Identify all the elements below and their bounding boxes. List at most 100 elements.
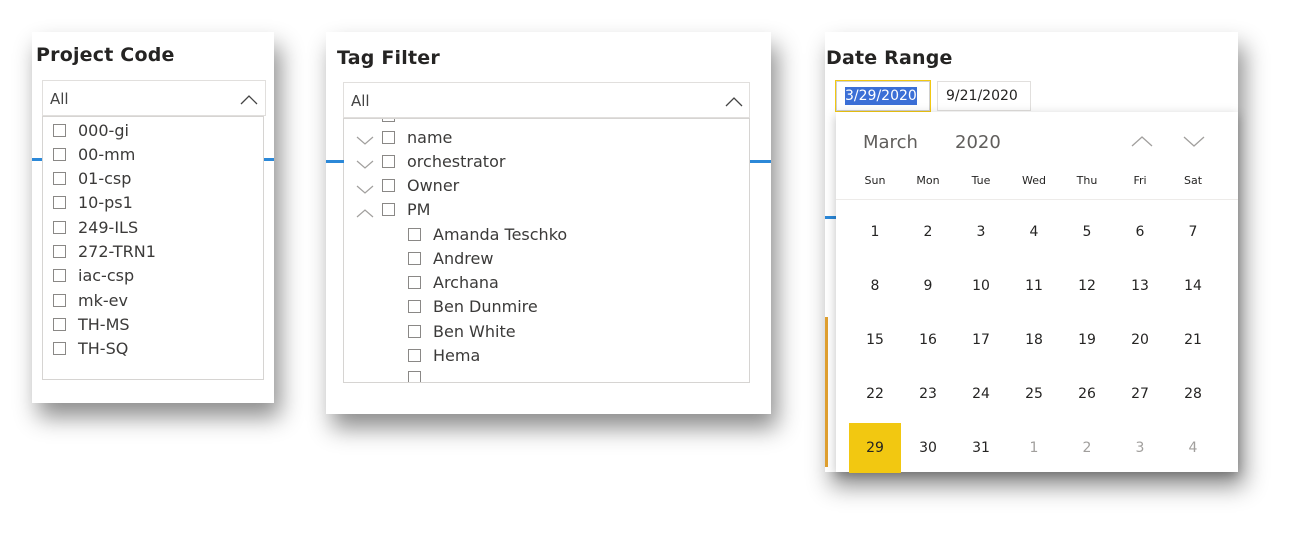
checkbox[interactable] bbox=[53, 196, 66, 210]
checkbox[interactable] bbox=[382, 130, 395, 144]
list-item[interactable]: 272-TRN1 bbox=[53, 240, 156, 264]
calendar-day[interactable]: 8 bbox=[849, 261, 901, 311]
tag-filter-dropdown[interactable]: All bbox=[343, 82, 750, 118]
calendar-day[interactable]: 4 bbox=[1008, 207, 1060, 257]
checkbox[interactable] bbox=[53, 317, 66, 331]
calendar-day[interactable]: 2 bbox=[1061, 423, 1113, 473]
checkbox bbox=[382, 119, 395, 122]
calendar-day[interactable]: 24 bbox=[955, 369, 1007, 419]
project-code-list[interactable]: 000-gi 00-mm 01-csp 10-ps1 249-ILS 272-TRN1 ia… bbox=[42, 116, 264, 380]
checkbox[interactable] bbox=[408, 276, 421, 290]
calendar-day[interactable]: 22 bbox=[849, 369, 901, 419]
chevron-up-icon[interactable] bbox=[239, 93, 259, 105]
chevron-down-icon[interactable] bbox=[356, 131, 374, 145]
weekday-label: Wed bbox=[1022, 174, 1046, 187]
calendar-day[interactable]: 10 bbox=[955, 261, 1007, 311]
checkbox[interactable] bbox=[53, 172, 66, 186]
calendar-day[interactable]: 21 bbox=[1167, 315, 1219, 365]
list-item[interactable]: mk-ev bbox=[53, 288, 128, 312]
calendar-day[interactable]: 3 bbox=[1114, 423, 1166, 473]
calendar-day[interactable]: 30 bbox=[902, 423, 954, 473]
calendar-day[interactable]: 11 bbox=[1008, 261, 1060, 311]
list-item[interactable]: 01-csp bbox=[53, 167, 131, 191]
calendar-day[interactable]: 17 bbox=[955, 315, 1007, 365]
calendar-day[interactable]: 12 bbox=[1061, 261, 1113, 311]
calendar-day[interactable]: 7 bbox=[1167, 207, 1219, 257]
calendar-day[interactable]: 19 bbox=[1061, 315, 1113, 365]
tag-filter-list[interactable]: name orchestrator Owner PM Amanda Teschko An… bbox=[343, 118, 750, 383]
checkbox[interactable] bbox=[53, 293, 66, 307]
tag-group-item[interactable]: Owner bbox=[356, 174, 459, 198]
calendar-day[interactable]: 3 bbox=[955, 207, 1007, 257]
checkbox[interactable] bbox=[53, 220, 66, 234]
end-date-input[interactable]: 9/21/2020 bbox=[937, 81, 1031, 111]
list-item[interactable]: 249-ILS bbox=[53, 215, 138, 239]
weekday-label: Mon bbox=[916, 174, 940, 187]
checkbox[interactable] bbox=[53, 123, 66, 137]
chevron-down-icon[interactable] bbox=[356, 155, 374, 170]
end-date-value: 9/21/2020 bbox=[946, 88, 1018, 104]
checkbox[interactable] bbox=[382, 179, 395, 193]
list-item[interactable]: TH-MS bbox=[53, 312, 130, 336]
calendar-day[interactable]: 5 bbox=[1061, 207, 1113, 257]
tag-child-item[interactable]: Ben Dunmire bbox=[408, 295, 538, 319]
calendar-day[interactable]: 25 bbox=[1008, 369, 1060, 419]
chevron-up-icon[interactable] bbox=[724, 95, 744, 107]
checkbox[interactable] bbox=[408, 324, 421, 338]
calendar-day[interactable]: 28 bbox=[1167, 369, 1219, 419]
calendar-day[interactable]: 2 bbox=[902, 207, 954, 257]
list-item-label: 10-ps1 bbox=[78, 193, 133, 213]
checkbox[interactable] bbox=[53, 147, 66, 161]
project-code-dropdown[interactable]: All bbox=[42, 80, 266, 116]
chevron-up-icon[interactable] bbox=[356, 204, 374, 218]
calendar-day[interactable]: 15 bbox=[849, 315, 901, 365]
chevron-down-icon[interactable] bbox=[1182, 134, 1206, 148]
calendar-day[interactable]: 29 bbox=[849, 423, 901, 473]
project-code-title: Project Code bbox=[36, 44, 175, 66]
tag-group-label: Owner bbox=[407, 176, 460, 196]
list-item[interactable]: 10-ps1 bbox=[53, 191, 133, 215]
checkbox[interactable] bbox=[382, 154, 395, 168]
list-item[interactable]: 00-mm bbox=[53, 142, 135, 166]
tag-group-item[interactable]: name bbox=[356, 125, 452, 149]
start-date-input[interactable]: 3/29/2020 bbox=[835, 80, 931, 112]
calendar-day[interactable]: 14 bbox=[1167, 261, 1219, 311]
checkbox[interactable] bbox=[53, 342, 66, 356]
tag-group-item[interactable]: PM bbox=[356, 198, 430, 222]
calendar-day[interactable]: 1 bbox=[1008, 423, 1060, 473]
slicer-edge-marker bbox=[32, 158, 42, 161]
calendar-day[interactable]: 26 bbox=[1061, 369, 1113, 419]
list-item-label: 249-ILS bbox=[78, 217, 139, 237]
checkbox[interactable] bbox=[408, 300, 421, 314]
tag-child-item[interactable]: Andrew bbox=[408, 246, 493, 270]
calendar-day[interactable]: 13 bbox=[1114, 261, 1166, 311]
tag-child-item[interactable]: Hema bbox=[408, 344, 480, 368]
checkbox[interactable] bbox=[408, 349, 421, 362]
tag-child-item[interactable]: Archana bbox=[408, 271, 499, 295]
calendar-day[interactable]: 31 bbox=[955, 423, 1007, 473]
list-item[interactable]: TH-SQ bbox=[53, 337, 128, 361]
chevron-up-icon[interactable] bbox=[1130, 134, 1154, 148]
calendar-day[interactable]: 9 bbox=[902, 261, 954, 311]
calendar-day[interactable]: 20 bbox=[1114, 315, 1166, 365]
calendar-day[interactable]: 27 bbox=[1114, 369, 1166, 419]
list-item[interactable]: 000-gi bbox=[53, 118, 129, 142]
tag-child-item[interactable]: Amanda Teschko bbox=[408, 222, 567, 246]
calendar-day[interactable]: 16 bbox=[902, 315, 954, 365]
checkbox[interactable] bbox=[382, 203, 395, 217]
tag-filter-title: Tag Filter bbox=[337, 47, 440, 69]
checkbox[interactable] bbox=[53, 245, 66, 258]
project-code-slicer: Project Code All 000-gi 00-mm 01-csp 10-ps1… bbox=[32, 32, 274, 403]
calendar-day[interactable]: 1 bbox=[849, 207, 901, 257]
tag-group-item[interactable]: orchestrator bbox=[356, 149, 505, 173]
tag-child-item[interactable]: Ben White bbox=[408, 319, 516, 343]
calendar-day[interactable]: 4 bbox=[1167, 423, 1219, 473]
calendar-day[interactable]: 18 bbox=[1008, 315, 1060, 365]
chevron-down-icon[interactable] bbox=[356, 180, 374, 194]
calendar-day[interactable]: 23 bbox=[902, 369, 954, 419]
checkbox[interactable] bbox=[408, 251, 421, 265]
list-item[interactable]: iac-csp bbox=[53, 264, 134, 288]
calendar-day[interactable]: 6 bbox=[1114, 207, 1166, 257]
checkbox[interactable] bbox=[53, 269, 66, 283]
checkbox[interactable] bbox=[408, 227, 421, 241]
